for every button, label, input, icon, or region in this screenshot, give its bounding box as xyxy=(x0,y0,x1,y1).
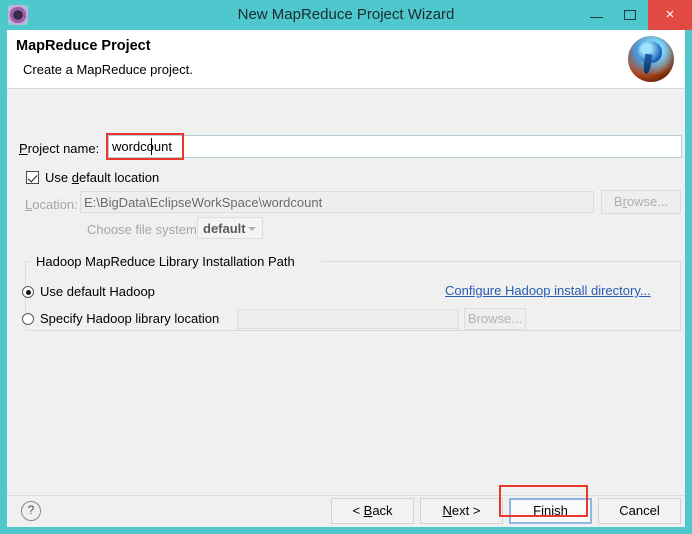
project-name-input[interactable] xyxy=(108,135,682,158)
dialog-body: MapReduce Project Create a MapReduce pro… xyxy=(7,30,685,527)
filesystem-label: Choose file system: xyxy=(87,222,201,237)
hadoop-library-path-input[interactable] xyxy=(237,309,459,329)
filesystem-select[interactable]: default xyxy=(197,217,263,239)
wizard-window: New MapReduce Project Wizard × MapReduce… xyxy=(0,0,692,534)
cancel-button[interactable]: Cancel xyxy=(598,498,681,524)
hadoop-library-group-legend: Hadoop MapReduce Library Installation Pa… xyxy=(33,254,298,269)
next-button[interactable]: Next > xyxy=(420,498,503,524)
page-title: MapReduce Project xyxy=(16,38,151,54)
radio-icon xyxy=(22,313,34,325)
title-bar: New MapReduce Project Wizard × xyxy=(0,0,692,30)
location-input[interactable] xyxy=(80,191,594,213)
project-name-label: Project name: xyxy=(19,141,100,156)
checkbox-icon xyxy=(26,171,39,184)
configure-hadoop-install-directory-link[interactable]: Configure Hadoop install directory... xyxy=(445,283,651,298)
finish-button[interactable]: Finish xyxy=(509,498,592,524)
minimize-icon xyxy=(590,17,603,18)
minimize-button[interactable] xyxy=(580,0,614,30)
chevron-down-icon xyxy=(248,227,256,231)
close-button[interactable]: × xyxy=(648,0,692,30)
location-browse-button[interactable]: Browse... xyxy=(601,190,681,214)
radio-specify-hadoop-location-label: Specify Hadoop library location xyxy=(40,311,220,326)
filesystem-selected-value: default xyxy=(203,221,246,236)
text-caret xyxy=(151,138,152,155)
use-default-location-label: Use default location xyxy=(45,170,160,185)
hadoop-library-browse-button[interactable]: Browse... xyxy=(464,308,526,330)
page-subtitle: Create a MapReduce project. xyxy=(23,62,193,77)
hadoop-elephant-logo xyxy=(628,36,674,82)
group-border-right xyxy=(321,261,681,262)
close-icon: × xyxy=(665,6,675,23)
wizard-footer: ? < Back Next > Finish Cancel xyxy=(7,495,685,527)
maximize-button[interactable] xyxy=(614,0,648,30)
radio-icon xyxy=(22,286,34,298)
wizard-main: Project name: Use default location Locat… xyxy=(7,89,685,495)
back-button[interactable]: < Back xyxy=(331,498,414,524)
wizard-header: MapReduce Project Create a MapReduce pro… xyxy=(7,30,685,89)
location-label: Location: xyxy=(25,197,78,212)
group-border-left xyxy=(25,261,31,262)
maximize-icon xyxy=(624,10,636,20)
radio-use-default-hadoop-label: Use default Hadoop xyxy=(40,284,155,299)
help-icon[interactable]: ? xyxy=(21,501,41,521)
